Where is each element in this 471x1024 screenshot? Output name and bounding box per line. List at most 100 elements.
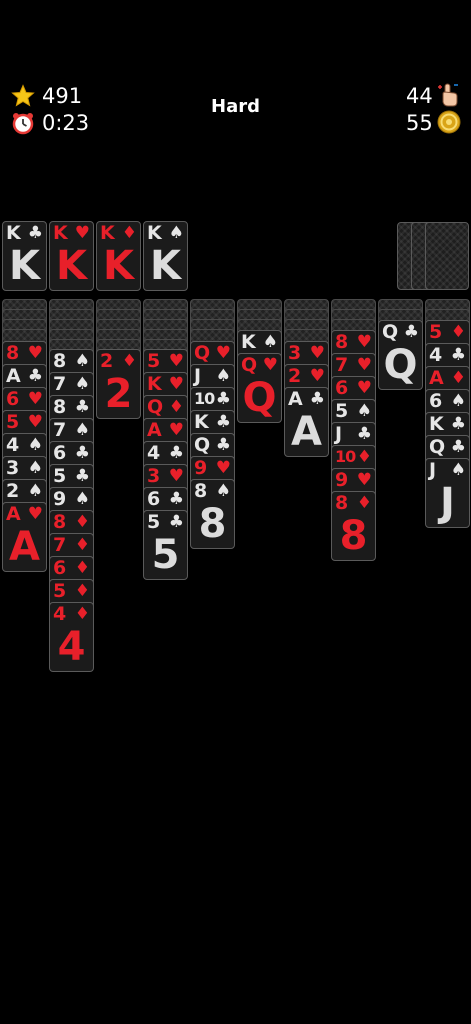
- card-rank-large: K: [9, 243, 40, 289]
- card-rank: K: [147, 222, 162, 244]
- card-rank-large: A: [291, 409, 322, 455]
- card-rank: Q: [194, 434, 211, 456]
- card-rank: 2: [288, 365, 302, 387]
- stock-pile[interactable]: [425, 222, 469, 290]
- card-suit-icon: ♥: [356, 332, 372, 352]
- card-rank: A: [147, 419, 162, 441]
- card-rank-large: 4: [57, 624, 86, 670]
- tableau-card[interactable]: 8 ♦ 8: [331, 491, 376, 561]
- card-suit-icon: ♣: [74, 397, 90, 417]
- card-suit-icon: ♥: [27, 412, 43, 432]
- card-suit-icon: ♠: [215, 481, 231, 501]
- card-rank: 5: [147, 350, 161, 372]
- card-rank: K: [6, 222, 21, 244]
- tableau-card[interactable]: 4 ♦ 4: [49, 602, 94, 672]
- card-rank: 4: [6, 434, 20, 456]
- card-rank: 8: [53, 396, 67, 418]
- card-rank-large: Q: [242, 375, 277, 421]
- card-suit-icon: ♠: [262, 332, 278, 352]
- card-suit-icon: ♥: [168, 351, 184, 371]
- card-rank-large: 2: [104, 371, 133, 417]
- card-suit-icon: ♦: [356, 493, 372, 513]
- card-suit-icon: ♠: [74, 351, 90, 371]
- card-rank: 5: [6, 411, 20, 433]
- tableau-card[interactable]: 2 ♦ 2: [96, 349, 141, 419]
- card-suit-icon: ♣: [74, 443, 90, 463]
- card-rank: 8: [335, 492, 349, 514]
- tableau-card[interactable]: A ♣ A: [284, 387, 329, 457]
- card-rank: 4: [53, 603, 67, 625]
- card-rank: K: [53, 222, 68, 244]
- card-rank: 6: [53, 442, 67, 464]
- card-suit-icon: ♦: [121, 223, 137, 243]
- card-suit-icon: ♠: [450, 391, 466, 411]
- card-suit-icon: ♣: [168, 443, 184, 463]
- card-rank: 5: [429, 321, 443, 343]
- card-suit-icon: ♥: [215, 458, 231, 478]
- tableau-card[interactable]: Q ♣ Q: [378, 320, 423, 390]
- card-rank-large: A: [9, 524, 40, 570]
- card-rank: 9: [335, 469, 349, 491]
- card-suit-icon: ♥: [262, 355, 278, 375]
- card-suit-icon: ♥: [356, 470, 372, 490]
- foundation-card[interactable]: K ♣ K: [2, 221, 47, 291]
- card-suit-icon: ♥: [356, 378, 372, 398]
- card-suit-icon: ♠: [74, 489, 90, 509]
- card-rank: K: [194, 411, 209, 433]
- tableau-card[interactable]: A ♥ A: [2, 502, 47, 572]
- card-rank: 6: [53, 557, 67, 579]
- card-suit-icon: ♣: [168, 489, 184, 509]
- card-rank: A: [429, 367, 444, 389]
- card-rank-large: J: [440, 480, 455, 526]
- card-suit-icon: ♠: [356, 401, 372, 421]
- card-suit-icon: ♥: [309, 366, 325, 386]
- card-suit-icon: ♠: [74, 374, 90, 394]
- tableau-card[interactable]: J ♠ J: [425, 458, 470, 528]
- card-suit-icon: ♦: [168, 397, 184, 417]
- card-rank: 9: [53, 488, 67, 510]
- card-suit-icon: ♥: [168, 374, 184, 394]
- foundation-card[interactable]: K ♦ K: [96, 221, 141, 291]
- card-rank: Q: [382, 321, 399, 343]
- card-suit-icon: ♣: [168, 512, 184, 532]
- tableau-card[interactable]: 8 ♠ 8: [190, 479, 235, 549]
- moves-value: 44: [406, 84, 433, 108]
- card-rank: K: [147, 373, 162, 395]
- card-rank-large: Q: [383, 342, 418, 388]
- card-rank-large: 8: [339, 513, 368, 559]
- card-suit-icon: ♣: [403, 322, 419, 342]
- card-rank: 5: [335, 400, 349, 422]
- card-suit-icon: ♦: [450, 368, 466, 388]
- card-suit-icon: ♦: [450, 322, 466, 342]
- foundation-card[interactable]: K ♠ K: [143, 221, 188, 291]
- card-rank: A: [6, 365, 21, 387]
- foundation-card[interactable]: K ♥ K: [49, 221, 94, 291]
- tableau-card[interactable]: Q ♥ Q: [237, 353, 282, 423]
- card-suit-icon: ♠: [27, 481, 43, 501]
- coins-value: 55: [406, 111, 433, 135]
- card-rank: 3: [147, 465, 161, 487]
- card-rank: 10: [194, 389, 215, 408]
- card-rank: 7: [53, 534, 67, 556]
- card-rank: 4: [429, 344, 443, 366]
- coin-icon: [437, 110, 461, 134]
- card-rank: J: [335, 423, 343, 445]
- card-suit-icon: ♣: [27, 366, 43, 386]
- card-rank: 9: [194, 457, 208, 479]
- tap-hand-icon: [438, 83, 458, 107]
- card-rank: 4: [147, 442, 161, 464]
- card-rank-large: K: [56, 243, 87, 289]
- card-suit-icon: ♦: [74, 581, 90, 601]
- card-rank-large: K: [150, 243, 181, 289]
- card-rank: Q: [241, 354, 258, 376]
- tableau-card[interactable]: 5 ♣ 5: [143, 510, 188, 580]
- card-suit-icon: ♣: [450, 414, 466, 434]
- card-rank: 3: [6, 457, 20, 479]
- card-suit-icon: ♣: [215, 389, 231, 409]
- card-suit-icon: ♣: [74, 466, 90, 486]
- card-rank: 7: [53, 373, 67, 395]
- card-rank: 2: [100, 350, 114, 372]
- card-rank: K: [100, 222, 115, 244]
- card-rank-large: 5: [151, 532, 180, 578]
- card-rank: 10: [335, 447, 356, 466]
